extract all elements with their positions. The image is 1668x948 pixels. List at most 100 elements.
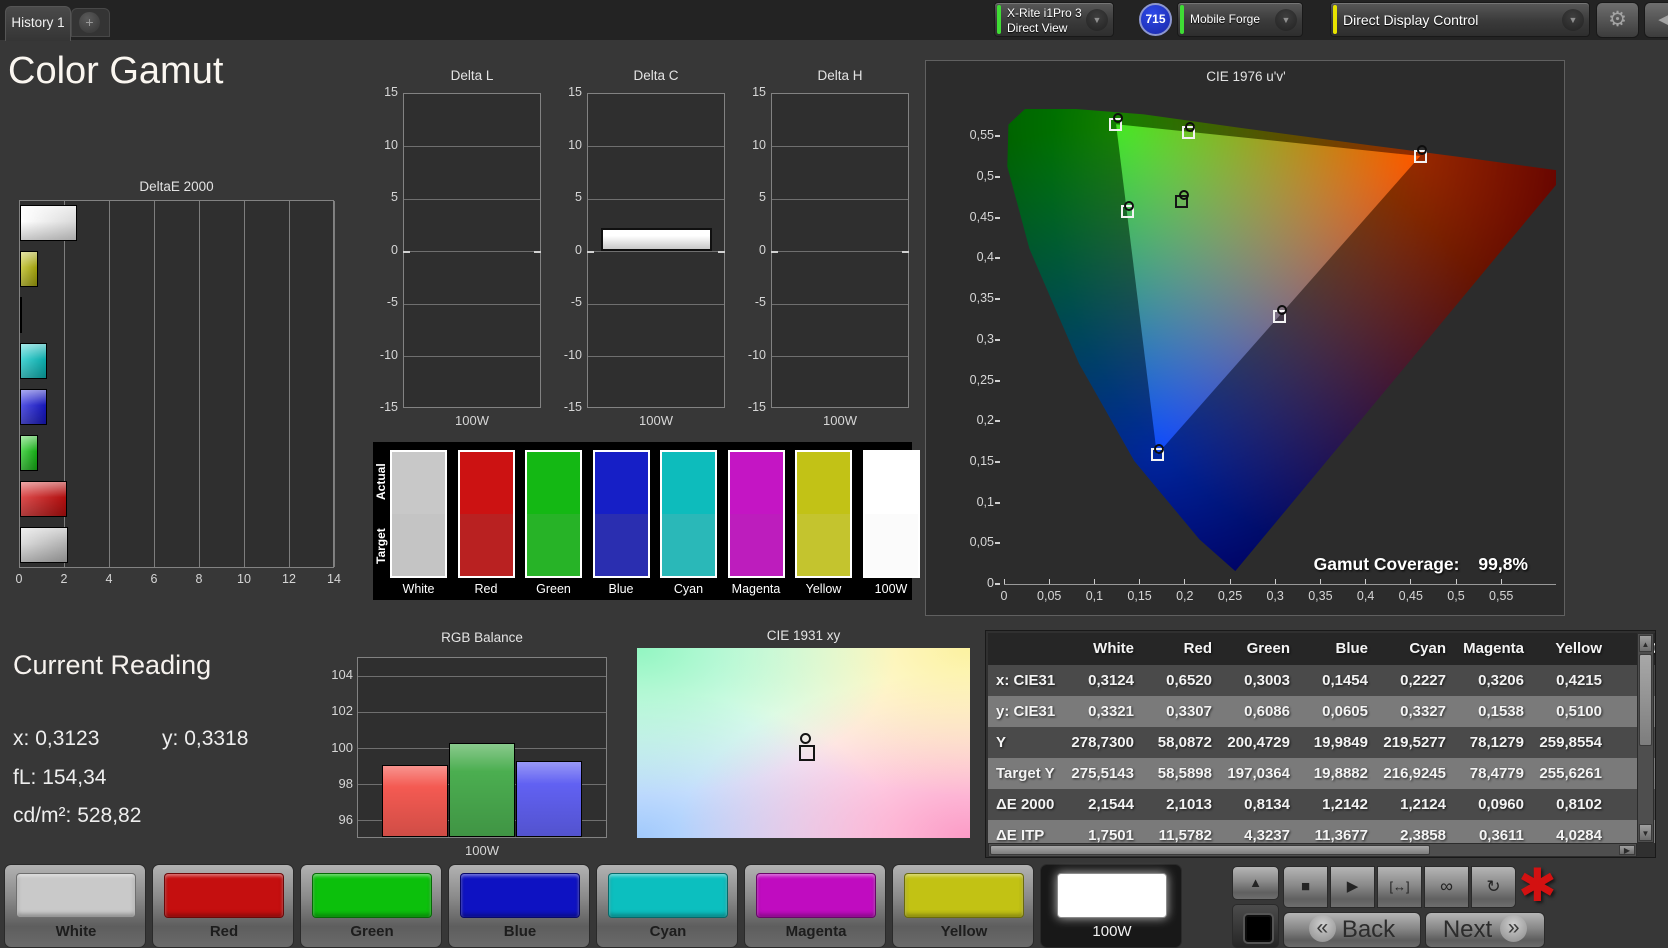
gridline: [588, 356, 724, 357]
back-button[interactable]: «Back: [1283, 912, 1421, 948]
pattern-label: White: [55, 923, 97, 940]
display-control-dropdown[interactable]: Direct Display Control ▼: [1330, 2, 1590, 37]
swatch-label: Blue: [608, 582, 634, 596]
tab-history-1[interactable]: History 1: [5, 6, 71, 41]
pattern-button-green[interactable]: Green: [300, 864, 442, 948]
page-title: Color Gamut: [8, 50, 224, 92]
continuous-read-button[interactable]: ∞: [1424, 866, 1469, 908]
cie1976-reading-blue: [1154, 443, 1165, 454]
axis-tick-label: -10: [563, 347, 582, 362]
pattern-swatch: [1057, 873, 1167, 918]
cell: 11,5782: [1158, 827, 1212, 843]
pattern-window-button[interactable]: [1232, 904, 1279, 948]
table-vertical-scrollbar[interactable]: ▲ ▼: [1637, 633, 1654, 843]
table-row: ΔE ITP 1,7501 11,5782 4,3237 11,3677 2,3858 0,…: [988, 820, 1655, 843]
axis-tick-label: 5: [759, 190, 766, 204]
zero-tick: [403, 250, 410, 253]
pattern-button-blue[interactable]: Blue: [448, 864, 590, 948]
gear-icon: ⚙: [1608, 8, 1627, 31]
pattern-label: Cyan: [649, 923, 687, 940]
axis-tick-label: 0,3: [976, 331, 994, 346]
add-tab-button[interactable]: +: [71, 8, 110, 37]
cell: 4,0284: [1556, 827, 1602, 843]
cell: 216,9245: [1383, 765, 1446, 782]
horizontal-scroll-thumb[interactable]: [990, 845, 1430, 855]
gridline: [588, 303, 724, 305]
gridline: [404, 356, 540, 357]
axis-tick-label: -15: [379, 400, 398, 414]
table-row: y: CIE31 0,3321 0,3307 0,6086 0,0605 0,3327 0,…: [988, 696, 1655, 727]
cell: 0,0605: [1322, 703, 1368, 720]
scroll-right-icon[interactable]: ▶: [1619, 845, 1635, 855]
axis-tick-label: 102: [331, 703, 353, 719]
cie1931-marker-square: [798, 745, 815, 762]
pattern-button-yellow[interactable]: Yellow: [892, 864, 1034, 948]
pattern-label: Blue: [503, 923, 537, 940]
cell: 0,2227: [1400, 672, 1446, 689]
cell: 0,1538: [1478, 703, 1524, 720]
swatch-blue: [592, 450, 650, 578]
pattern-label: Yellow: [940, 923, 988, 940]
swatch-label: Cyan: [673, 582, 704, 596]
collapse-panel-button[interactable]: ◀: [1644, 2, 1668, 38]
swatch-target: [527, 514, 580, 576]
row-label: ΔE 2000: [996, 796, 1055, 813]
settings-button[interactable]: ⚙: [1596, 2, 1639, 38]
axis-tick-label: 104: [331, 667, 353, 683]
cell: 0,3124: [1088, 672, 1134, 689]
gridline: [772, 198, 908, 200]
cell: 0,3003: [1244, 672, 1290, 689]
delta-h-x-label: 100W: [823, 413, 857, 428]
meter-name: X-Rite i1Pro 3: [1007, 6, 1082, 20]
pattern-window-up-button[interactable]: ▲: [1232, 866, 1279, 900]
gridline: [404, 146, 540, 147]
pattern-button-cyan[interactable]: Cyan: [596, 864, 738, 948]
axis-tick-label: 6: [150, 572, 158, 586]
next-label: Next: [1442, 916, 1493, 943]
axis-tick-label: 0,4: [1356, 589, 1375, 603]
axis-tick: [995, 379, 1000, 382]
meter-count-badge[interactable]: 715: [1139, 3, 1172, 36]
pattern-swatch: [164, 873, 284, 918]
stop-button[interactable]: ■: [1283, 866, 1328, 908]
pattern-swatch: [756, 873, 876, 918]
cell: 275,5143: [1071, 765, 1134, 782]
cell: 2,1013: [1166, 796, 1212, 813]
rgb-bar-blue: [516, 761, 582, 837]
pattern-button-red[interactable]: Red: [152, 864, 294, 948]
axis-tick-label: 0,15: [1127, 589, 1152, 603]
cell: 0,1454: [1322, 672, 1368, 689]
pattern-button-100w[interactable]: 100W: [1040, 864, 1182, 948]
source-dropdown[interactable]: Mobile Forge ▼: [1177, 2, 1303, 37]
delta-l-title: Delta L: [450, 68, 494, 83]
swatch-label: Magenta: [731, 582, 781, 596]
vertical-scroll-thumb[interactable]: [1639, 654, 1652, 746]
axis-tick: [995, 501, 1000, 504]
pattern-label: Red: [209, 923, 239, 940]
table-corner-cell: [988, 633, 1064, 664]
axis-tick-label: -5: [754, 295, 766, 309]
axis-tick-label: 15: [568, 85, 582, 99]
axis-tick-label: 15: [384, 85, 398, 99]
gridline: [358, 675, 606, 677]
row-label: ΔE ITP: [996, 827, 1045, 843]
cell: 219,5277: [1383, 734, 1446, 751]
reading-fl: fL: 154,34: [13, 766, 106, 790]
row-label: Y: [996, 734, 1007, 751]
single-step-button[interactable]: [↔]: [1377, 866, 1422, 908]
meter-dropdown[interactable]: X-Rite i1Pro 3 Direct View ▼: [994, 2, 1114, 37]
scroll-down-icon[interactable]: ▼: [1639, 824, 1652, 841]
loop-button[interactable]: ↻: [1471, 866, 1516, 908]
next-button[interactable]: Next »: [1425, 912, 1545, 948]
deltae2000-x-axis: 0 2 4 6 8 10 12 14: [16, 572, 341, 588]
scroll-up-icon[interactable]: ▲: [1639, 635, 1652, 652]
play-button[interactable]: ▶: [1330, 866, 1375, 908]
table-horizontal-scrollbar[interactable]: ▶: [988, 843, 1637, 857]
gridline: [404, 198, 540, 200]
gridline: [772, 146, 908, 147]
deltae-bar-cyan: [20, 343, 48, 379]
swatch-green: [525, 450, 582, 578]
pattern-button-white[interactable]: White: [4, 864, 146, 948]
cell: 4,3237: [1244, 827, 1290, 843]
pattern-button-magenta[interactable]: Magenta: [744, 864, 886, 948]
